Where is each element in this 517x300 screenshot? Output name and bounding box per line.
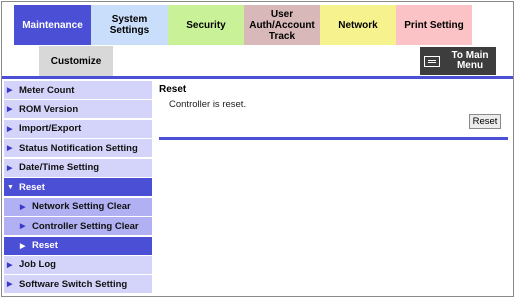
triangle-right-icon: ▶ xyxy=(20,223,26,231)
sidebar-item-date-time-setting[interactable]: ▶ Date/Time Setting xyxy=(4,158,152,177)
triangle-right-icon: ▶ xyxy=(7,87,13,94)
sidebar-item-label: Network Setting Clear xyxy=(32,201,131,213)
tab-maintenance[interactable]: Maintenance xyxy=(14,5,91,45)
triangle-right-icon: ▶ xyxy=(20,242,26,250)
sidebar-subitem-network-setting-clear[interactable]: ▶ Network Setting Clear xyxy=(4,197,152,216)
sidebar-subitem-reset[interactable]: ▶ Reset xyxy=(4,236,152,255)
tab-customize-label: Customize xyxy=(50,55,102,67)
status-message: Controller is reset. xyxy=(169,99,247,110)
sidebar-item-rom-version[interactable]: ▶ ROM Version xyxy=(4,100,152,119)
sidebar-item-job-log[interactable]: ▶ Job Log xyxy=(4,255,152,274)
sidebar-item-label: Reset xyxy=(19,181,45,193)
tab-user-auth-label: User Auth/Account Track xyxy=(249,8,315,42)
sidebar-item-label: Status Notification Setting xyxy=(19,142,138,154)
sidebar-item-reset[interactable]: ▼ Reset xyxy=(4,178,152,197)
secondary-tab-bar: Customize xyxy=(39,46,113,76)
triangle-right-icon: ▶ xyxy=(7,106,13,114)
sidebar-subitem-controller-setting-clear[interactable]: ▶ Controller Setting Clear xyxy=(4,217,152,236)
tab-system-settings-label: System Settings xyxy=(109,14,150,36)
sidebar-item-label: Job Log xyxy=(19,259,56,271)
sidebar-item-software-switch-setting[interactable]: ▶ Software Switch Setting xyxy=(4,275,152,294)
app-window: Maintenance System Settings Security Use… xyxy=(1,1,514,297)
tab-print-setting-label: Print Setting xyxy=(404,19,464,31)
tab-print-setting[interactable]: Print Setting xyxy=(396,5,472,45)
sidebar-item-label: Meter Count xyxy=(19,84,75,96)
tab-network-label: Network xyxy=(338,19,378,31)
sidebar-item-label: Controller Setting Clear xyxy=(32,220,139,232)
tab-customize[interactable]: Customize xyxy=(39,46,113,76)
sidebar-item-label: Date/Time Setting xyxy=(19,162,100,174)
triangle-right-icon: ▶ xyxy=(7,125,13,133)
sidebar: ▶ Meter Count ▶ ROM Version ▶ Import/Exp… xyxy=(4,81,152,295)
sidebar-item-import-export[interactable]: ▶ Import/Export xyxy=(4,119,152,138)
triangle-right-icon: ▶ xyxy=(7,261,13,269)
main-content: Reset Controller is reset. Reset xyxy=(159,84,509,140)
tab-user-auth-account-track[interactable]: User Auth/Account Track xyxy=(244,5,320,45)
triangle-right-icon: ▶ xyxy=(7,164,13,172)
to-main-menu-label: To Main Menu xyxy=(451,50,489,71)
tab-security[interactable]: Security xyxy=(168,5,244,45)
sidebar-bottom-divider xyxy=(4,296,152,297)
tab-maintenance-label: Maintenance xyxy=(22,19,83,31)
sidebar-item-status-notification-setting[interactable]: ▶ Status Notification Setting xyxy=(4,139,152,158)
triangle-right-icon: ▶ xyxy=(7,281,13,289)
triangle-right-icon: ▶ xyxy=(20,203,26,211)
sidebar-item-label: ROM Version xyxy=(19,103,79,115)
top-tab-bar: Maintenance System Settings Security Use… xyxy=(14,5,472,45)
header-divider xyxy=(2,76,513,79)
tab-network[interactable]: Network xyxy=(320,5,396,45)
tab-system-settings[interactable]: System Settings xyxy=(91,5,168,45)
triangle-right-icon: ▶ xyxy=(7,145,13,153)
sidebar-item-meter-count[interactable]: ▶ Meter Count xyxy=(4,81,152,99)
reset-button[interactable]: Reset xyxy=(469,114,501,129)
sidebar-item-label: Software Switch Setting xyxy=(19,278,128,290)
triangle-down-icon: ▼ xyxy=(7,183,14,191)
content-divider xyxy=(159,137,508,140)
tab-security-label: Security xyxy=(186,19,226,31)
monitor-icon xyxy=(424,55,440,67)
sidebar-item-label: Reset xyxy=(32,240,58,251)
sidebar-item-label: Import/Export xyxy=(19,123,82,135)
to-main-menu-button[interactable]: To Main Menu xyxy=(420,47,496,75)
page-title: Reset xyxy=(159,84,187,95)
